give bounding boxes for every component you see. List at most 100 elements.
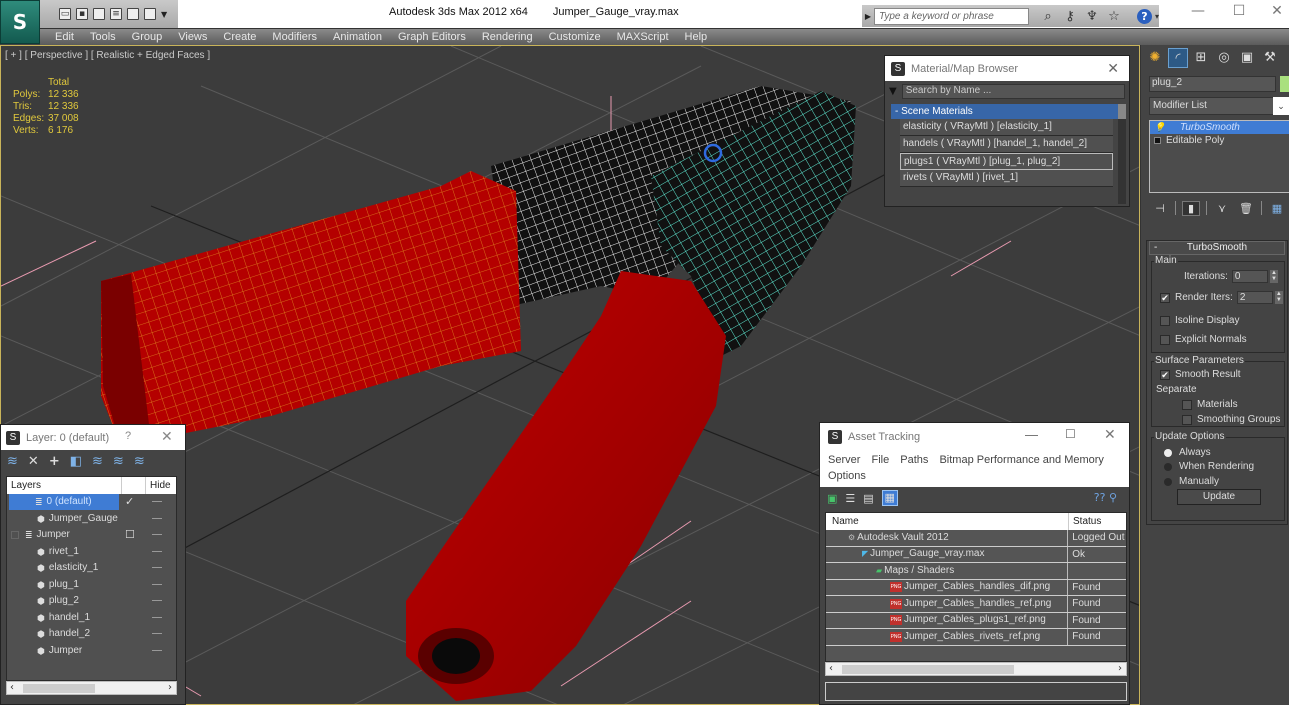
asset-row[interactable]: PNG Jumper_Cables_handles_ref.png Found	[826, 596, 1126, 613]
app-menu-button[interactable]: S	[0, 0, 40, 44]
object-row[interactable]: ⬢ handel_2	[7, 626, 176, 643]
table-view-icon[interactable]: ▦	[881, 490, 898, 506]
material-item-selected[interactable]: plugs1 ( VRayMtl ) [plug_1, plug_2]	[900, 153, 1113, 170]
rollout-header[interactable]: - TurboSmooth	[1149, 241, 1285, 255]
expand-arrow-icon[interactable]: ▶	[862, 12, 874, 21]
asset-row[interactable]: ◤ Jumper_Gauge_vray.max Ok	[826, 546, 1126, 563]
object-row[interactable]: ⬢ rivet_1	[7, 544, 176, 561]
menu-create[interactable]: Create	[215, 31, 264, 43]
expand-box-icon[interactable]	[11, 531, 19, 539]
configure-modifier-sets-icon[interactable]: ▦	[1268, 202, 1286, 215]
scroll-right-icon[interactable]: ›	[168, 682, 172, 693]
render-iters-checkbox[interactable]: ✔	[1160, 292, 1170, 303]
scroll-left-icon[interactable]: ‹	[10, 682, 14, 693]
menu-customize[interactable]: Customize	[541, 31, 609, 43]
explicit-normals-checkbox[interactable]	[1160, 334, 1170, 345]
add-to-layer-icon[interactable]: +	[49, 454, 60, 469]
close-icon[interactable]: ✕	[161, 428, 173, 445]
hide-toggle[interactable]	[152, 600, 162, 601]
material-item[interactable]: elasticity ( VRayMtl ) [elasticity_1]	[900, 119, 1113, 136]
hide-toggle[interactable]	[152, 649, 162, 651]
expand-box-icon[interactable]	[1154, 137, 1161, 144]
utilities-tab-icon[interactable]: ⚒	[1260, 48, 1280, 68]
separate-smoothing-groups-checkbox[interactable]	[1182, 414, 1192, 425]
update-always-radio[interactable]	[1164, 448, 1172, 457]
menu-options[interactable]: Options	[828, 470, 866, 482]
help-icon[interactable]: ?	[1136, 8, 1152, 24]
column-layers[interactable]: Layers	[7, 477, 122, 494]
menu-edit[interactable]: Edit	[47, 31, 82, 43]
select-layer-icon[interactable]: ≋	[92, 454, 103, 469]
delete-layer-icon[interactable]: ✕	[28, 454, 39, 469]
layer-row[interactable]: ≣ 0 (default) ✓	[7, 494, 176, 511]
select-objects-icon[interactable]: ◧	[70, 454, 82, 469]
column-status[interactable]: Status	[1069, 513, 1101, 530]
current-layer-check-icon[interactable]: ✓	[125, 494, 134, 510]
save-file-icon[interactable]: ▪	[76, 8, 88, 20]
spinner-arrows-icon[interactable]: ▲ ▼	[1269, 270, 1278, 283]
spinner-arrows-icon[interactable]: ▲ ▼	[1274, 291, 1283, 304]
lightbulb-icon[interactable]: 💡	[1154, 121, 1166, 134]
chevron-down-icon[interactable]: ⌄	[1273, 97, 1289, 115]
set-current-layer-icon[interactable]: ≋	[113, 454, 124, 469]
material-search-input[interactable]: Search by Name ...	[901, 83, 1125, 99]
project-folder-icon[interactable]: ≡	[110, 8, 122, 20]
material-browser-scrollbar[interactable]	[1118, 104, 1126, 204]
refresh-icon[interactable]: ▣	[827, 492, 837, 505]
menu-graph-editors[interactable]: Graph Editors	[390, 31, 474, 43]
scroll-thumb[interactable]	[1118, 104, 1126, 119]
update-when-rendering-radio[interactable]	[1164, 462, 1172, 471]
isoline-display-checkbox[interactable]	[1160, 315, 1170, 326]
asset-path-field[interactable]	[825, 682, 1127, 701]
menu-tools[interactable]: Tools	[82, 31, 124, 43]
maximize-button[interactable]: ☐	[1065, 427, 1076, 441]
layer-name-selected[interactable]: ≣ 0 (default)	[9, 494, 119, 510]
object-row[interactable]: ⬢ plug_2	[7, 593, 176, 610]
quick-access-dropdown-icon[interactable]: ▼	[161, 10, 167, 19]
menu-animation[interactable]: Animation	[325, 31, 390, 43]
motion-tab-icon[interactable]: ◎	[1214, 48, 1234, 68]
object-color-swatch[interactable]	[1280, 76, 1289, 92]
stack-item-editable-poly[interactable]: Editable Poly	[1150, 134, 1289, 147]
scene-materials-group[interactable]: - Scene Materials	[891, 104, 1119, 119]
menu-rendering[interactable]: Rendering	[474, 31, 541, 43]
material-item[interactable]: handels ( VRayMtl ) [handel_1, handel_2]	[900, 136, 1113, 153]
hide-toggle[interactable]	[152, 633, 162, 634]
menu-server[interactable]: Server	[828, 454, 860, 466]
create-layer-icon[interactable]: ≋	[7, 454, 18, 469]
hide-toggle[interactable]	[152, 616, 162, 618]
smooth-result-checkbox[interactable]: ✔	[1160, 369, 1170, 380]
modify-tab-icon[interactable]: ◜	[1168, 48, 1188, 68]
remove-modifier-icon[interactable]: 🗑	[1237, 202, 1255, 215]
close-button[interactable]: ✕	[1262, 3, 1289, 19]
scroll-thumb[interactable]	[23, 684, 95, 693]
column-name[interactable]: Name	[826, 513, 1069, 530]
asset-row[interactable]: ⚙ Autodesk Vault 2012 Logged Out	[826, 530, 1126, 547]
minimize-button[interactable]: —	[1025, 427, 1038, 442]
material-item[interactable]: rivets ( VRayMtl ) [rivet_1]	[900, 170, 1113, 187]
subscription-satellite-icon[interactable]: ♆	[1081, 9, 1103, 24]
key-icon[interactable]: ⚷	[1059, 9, 1081, 24]
current-layer-box-icon[interactable]: ☐	[125, 527, 135, 543]
menu-group[interactable]: Group	[124, 31, 171, 43]
undo-icon[interactable]	[93, 8, 105, 20]
show-end-result-icon[interactable]: ▮	[1182, 200, 1200, 216]
update-manually-radio[interactable]	[1164, 477, 1172, 486]
collapse-icon[interactable]: -	[1154, 242, 1157, 254]
object-name-field[interactable]: plug_2	[1149, 76, 1276, 92]
maximize-button[interactable]: ☐	[1224, 3, 1254, 19]
redo-icon[interactable]	[127, 8, 139, 20]
help-icons[interactable]: ?? ⚲	[1094, 491, 1117, 504]
create-tab-icon[interactable]: ✺	[1145, 48, 1165, 68]
column-hide[interactable]: Hide	[146, 477, 171, 494]
object-row[interactable]: ⬢ Jumper	[7, 643, 176, 660]
menu-paths[interactable]: Paths	[900, 454, 928, 466]
layers-horizontal-scrollbar[interactable]: ‹ ›	[6, 681, 177, 695]
modifier-list-dropdown[interactable]: Modifier List ⌄	[1149, 97, 1289, 115]
separate-materials-checkbox[interactable]	[1182, 399, 1192, 410]
menu-help[interactable]: Help	[677, 31, 716, 43]
layer-row[interactable]: ≣ Jumper ☐	[7, 527, 176, 544]
column-current[interactable]	[122, 477, 146, 494]
help-dropdown-icon[interactable]: ▾	[1155, 12, 1159, 21]
hold-icon[interactable]	[144, 8, 156, 20]
